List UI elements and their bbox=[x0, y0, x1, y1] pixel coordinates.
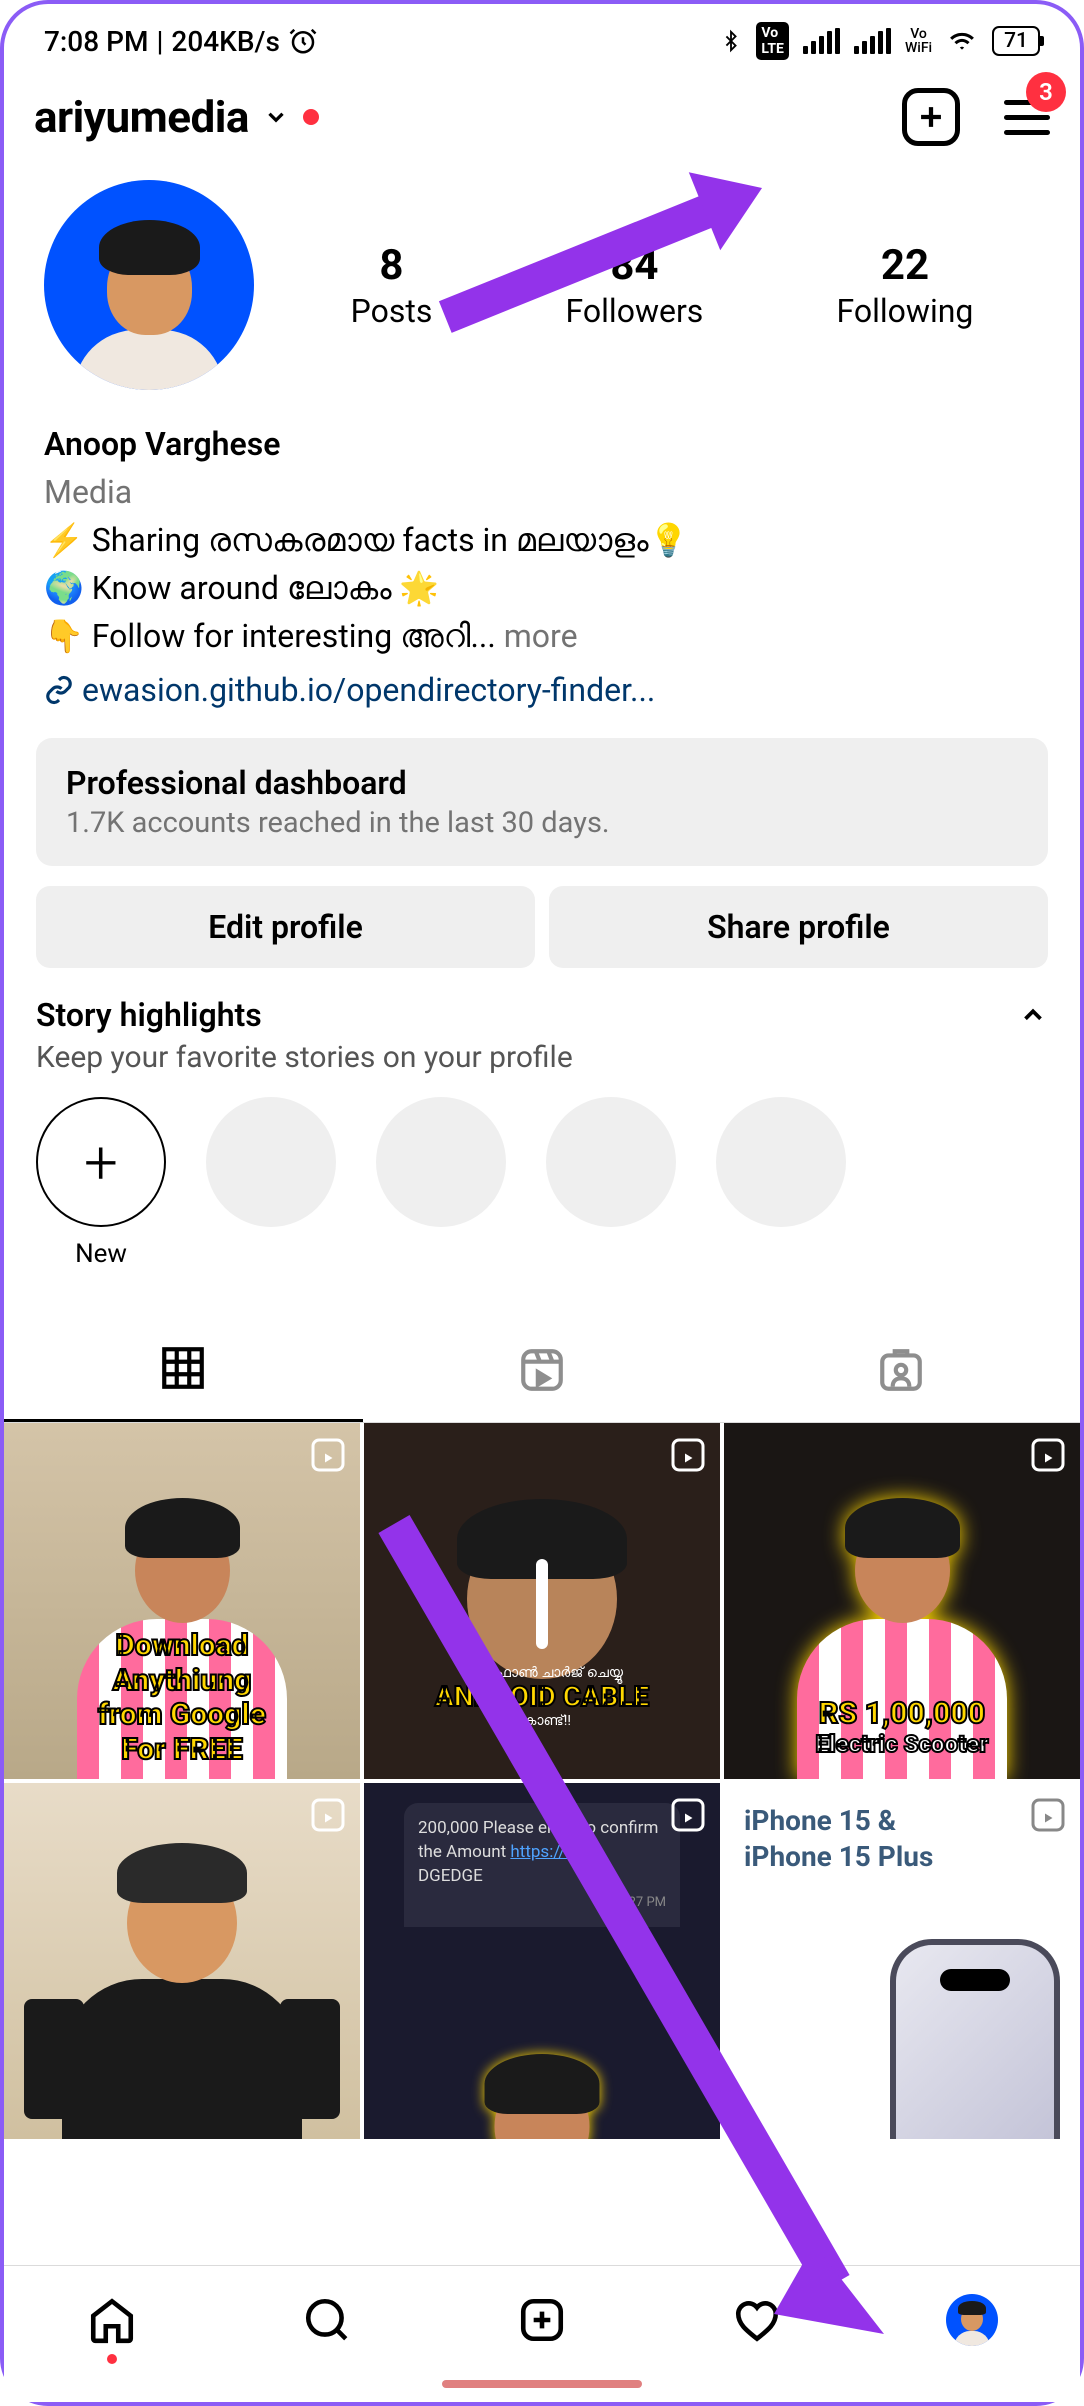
posts-grid: Download Anythiung from Google For FREE … bbox=[4, 1423, 1080, 2139]
reel-badge-icon bbox=[670, 1797, 706, 1833]
highlight-placeholder bbox=[376, 1097, 506, 1269]
reels-icon bbox=[517, 1345, 567, 1395]
professional-dashboard[interactable]: Professional dashboard 1.7K accounts rea… bbox=[36, 738, 1048, 866]
chevron-up-icon[interactable] bbox=[1018, 1000, 1048, 1030]
tagged-icon bbox=[876, 1345, 926, 1395]
display-name: Anoop Varghese bbox=[44, 420, 1040, 468]
create-button[interactable] bbox=[902, 88, 960, 146]
reel-badge-icon bbox=[310, 1797, 346, 1833]
plus-icon: + bbox=[36, 1097, 166, 1227]
bio-link[interactable]: ewasion.github.io/opendirectory-finder..… bbox=[44, 666, 1040, 714]
notification-dot bbox=[303, 109, 319, 125]
edit-profile-button[interactable]: Edit profile bbox=[36, 886, 535, 968]
avatar-icon bbox=[946, 2294, 998, 2346]
reel-badge-icon bbox=[1030, 1797, 1066, 1833]
bio-line: 🌍 Know around ലോകം 🌟 bbox=[44, 564, 1040, 612]
grid-icon bbox=[158, 1343, 208, 1393]
chevron-down-icon bbox=[263, 104, 289, 130]
post-item[interactable]: 200,000 Please enter to confirm the Amou… bbox=[364, 1783, 720, 2139]
profile-bio: Anoop Varghese Media ⚡ Sharing രസകരമായ f… bbox=[4, 420, 1080, 738]
category: Media bbox=[44, 468, 1040, 516]
heart-icon bbox=[732, 2295, 782, 2345]
stat-following[interactable]: 22 Following bbox=[837, 241, 974, 330]
highlight-new[interactable]: + New bbox=[36, 1097, 166, 1269]
account-switcher[interactable]: ariyumedia bbox=[34, 91, 319, 143]
post-item[interactable]: Download Anythiung from Google For FREE bbox=[4, 1423, 360, 1779]
content-tabs bbox=[4, 1321, 1080, 1423]
profile-header: ariyumedia 3 bbox=[4, 68, 1080, 170]
reel-badge-icon bbox=[1030, 1437, 1066, 1473]
home-icon bbox=[87, 2295, 137, 2345]
nav-activity[interactable] bbox=[731, 2294, 783, 2346]
notification-dot bbox=[107, 2354, 117, 2364]
status-bar: 7:08 PM | 204KB/s VoLTE VoWiFi 71 bbox=[4, 4, 1080, 68]
create-icon bbox=[517, 2295, 567, 2345]
bio-line: ⚡ Sharing രസകരമായ facts in മലയാളം💡 bbox=[44, 516, 1040, 564]
home-indicator[interactable] bbox=[442, 2380, 642, 2388]
highlight-placeholder bbox=[546, 1097, 676, 1269]
post-caption: iPhone 15 & iPhone 15 Plus bbox=[744, 1803, 933, 1876]
search-icon bbox=[302, 2295, 352, 2345]
bio-line: 👇 Follow for interesting അറി... more bbox=[44, 612, 1040, 660]
tab-grid[interactable] bbox=[4, 1321, 363, 1422]
reel-badge-icon bbox=[670, 1437, 706, 1473]
vowifi-icon: VoWiFi bbox=[905, 27, 932, 55]
signal-icon bbox=[854, 28, 891, 54]
stat-posts[interactable]: 8 Posts bbox=[351, 241, 433, 330]
post-item[interactable] bbox=[4, 1783, 360, 2139]
battery-icon: 71 bbox=[992, 26, 1040, 56]
highlights-title: Story highlights bbox=[36, 996, 262, 1034]
highlight-placeholder bbox=[716, 1097, 846, 1269]
nav-create[interactable] bbox=[516, 2294, 568, 2346]
status-speed: 204KB/s bbox=[171, 25, 279, 58]
username: ariyumedia bbox=[34, 91, 249, 143]
highlights-subtitle: Keep your favorite stories on your profi… bbox=[36, 1040, 1048, 1075]
alarm-icon bbox=[288, 26, 318, 56]
dashboard-subtitle: 1.7K accounts reached in the last 30 day… bbox=[66, 806, 1018, 840]
profile-avatar[interactable] bbox=[44, 180, 254, 390]
post-caption: Download Anythiung from Google For FREE bbox=[4, 1629, 360, 1767]
status-time: 7:08 PM bbox=[44, 25, 148, 58]
reel-badge-icon bbox=[310, 1437, 346, 1473]
tab-reels[interactable] bbox=[363, 1321, 722, 1422]
share-profile-button[interactable]: Share profile bbox=[549, 886, 1048, 968]
link-icon bbox=[44, 675, 74, 705]
tab-tagged[interactable] bbox=[721, 1321, 1080, 1422]
more-button[interactable]: more bbox=[496, 617, 578, 655]
volte-icon: VoLTE bbox=[756, 22, 789, 60]
notification-badge: 3 bbox=[1026, 72, 1066, 112]
post-caption: RS 1,00,000 Electric Scooter bbox=[724, 1697, 1080, 1759]
nav-search[interactable] bbox=[301, 2294, 353, 2346]
post-item[interactable]: ഐഫോൺ ചാർജ് ചെയ്യൂ ANDROID CABLE കൊണ്ട്!! bbox=[364, 1423, 720, 1779]
signal-icon bbox=[803, 28, 840, 54]
story-highlights: Story highlights Keep your favorite stor… bbox=[4, 996, 1080, 1291]
nav-profile[interactable] bbox=[946, 2294, 998, 2346]
post-content: 200,000 Please enter to confirm the Amou… bbox=[404, 1803, 680, 1927]
highlight-placeholder bbox=[206, 1097, 336, 1269]
post-item[interactable]: RS 1,00,000 Electric Scooter bbox=[724, 1423, 1080, 1779]
dashboard-title: Professional dashboard bbox=[66, 764, 1018, 802]
bluetooth-icon bbox=[720, 27, 742, 55]
post-caption: ഐഫോൺ ചാർജ് ചെയ്യൂ ANDROID CABLE കൊണ്ട്!! bbox=[364, 1665, 720, 1729]
nav-home[interactable] bbox=[86, 2294, 138, 2346]
plus-icon bbox=[914, 100, 948, 134]
post-item[interactable]: iPhone 15 & iPhone 15 Plus bbox=[724, 1783, 1080, 2139]
wifi-icon bbox=[946, 28, 978, 54]
